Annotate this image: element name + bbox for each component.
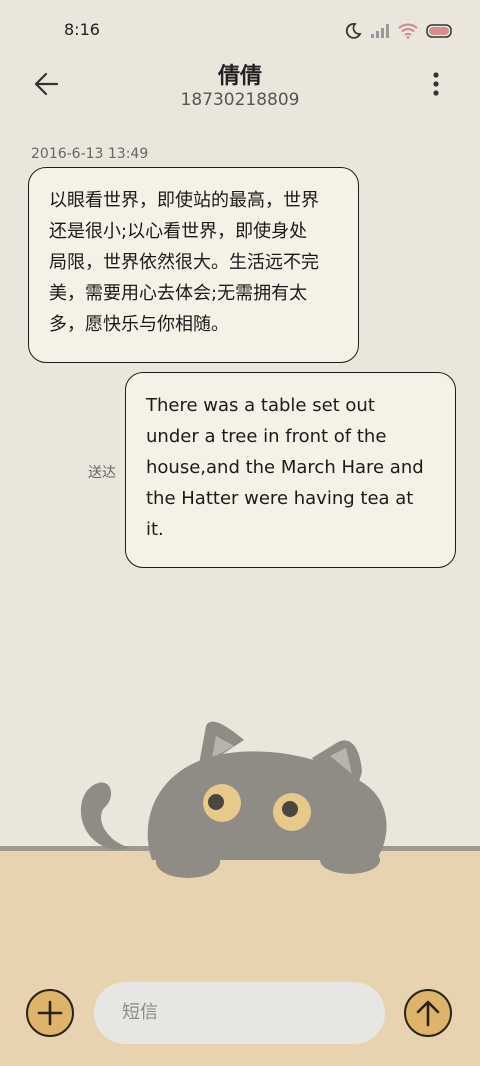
add-attachment-button[interactable] <box>26 989 74 1037</box>
message-line: house,and the March Hare and <box>146 457 424 478</box>
message-timestamp: 2016-6-13 13:49 <box>31 146 149 162</box>
signal-icon <box>371 24 389 38</box>
wifi-icon <box>398 23 418 39</box>
outgoing-message-bubble[interactable]: There was a table set out under a tree i… <box>125 372 456 568</box>
incoming-message-bubble[interactable]: 以眼看世界，即使站的最高，世界 还是很小;以心看世界，即使身处 局限，世界依然很… <box>28 167 359 363</box>
more-options-button[interactable] <box>424 66 448 102</box>
message-line: it. <box>146 519 164 540</box>
arrow-up-icon <box>416 1000 440 1027</box>
message-line: There was a table set out <box>146 395 375 416</box>
battery-icon <box>426 24 452 38</box>
cat-illustration <box>80 721 387 878</box>
status-time: 8:16 <box>64 20 100 39</box>
message-input[interactable]: 短信 <box>94 982 385 1044</box>
message-line: 还是很小;以心看世界，即使身处 <box>49 221 308 242</box>
message-line: 以眼看世界，即使站的最高，世界 <box>49 190 319 211</box>
message-line: the Hatter were having tea at <box>146 488 414 509</box>
contact-number: 18730218809 <box>180 90 300 110</box>
conversation-header: 倩倩 18730218809 <box>0 52 480 122</box>
message-line: under a tree in front of the <box>146 426 387 447</box>
status-bar: 8:16 <box>0 0 480 60</box>
plus-icon <box>37 1000 63 1026</box>
moon-icon <box>345 23 362 39</box>
composer-bar: 短信 <box>0 980 480 1050</box>
status-icons <box>344 22 454 40</box>
message-line: 美，需要用心去体会;无需拥有太 <box>49 283 308 304</box>
more-vertical-icon <box>433 72 439 96</box>
message-line: 局限，世界依然很大。生活远不完 <box>49 252 319 273</box>
contact-name: 倩倩 <box>217 64 262 89</box>
send-button[interactable] <box>404 989 452 1037</box>
message-line: 多，愿快乐与你相随。 <box>49 314 229 335</box>
delivery-status: 送达 <box>88 465 116 481</box>
